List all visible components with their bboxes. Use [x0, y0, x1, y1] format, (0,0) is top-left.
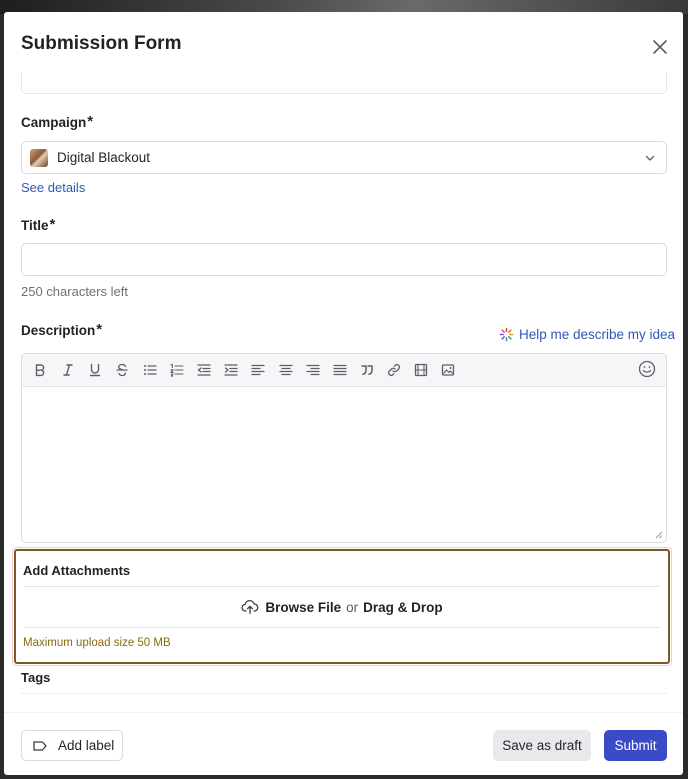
title-input[interactable]	[21, 243, 667, 276]
see-details-link[interactable]: See details	[21, 180, 85, 195]
campaign-label: Campaign*	[21, 113, 94, 132]
submit-button[interactable]: Submit	[604, 730, 667, 761]
strikethrough-button[interactable]	[114, 362, 130, 378]
title-label-text: Title	[21, 218, 49, 233]
description-label: Description*	[21, 321, 103, 340]
previous-field-bottom	[21, 72, 667, 94]
campaign-label-text: Campaign	[21, 115, 87, 130]
help-me-describe-link[interactable]: Help me describe my idea	[499, 327, 675, 342]
bullet-list-icon	[144, 365, 157, 375]
underline-button[interactable]	[87, 362, 103, 378]
bold-button[interactable]	[32, 362, 48, 378]
submission-modal: Submission Form Campaign* Digital Blacko…	[4, 12, 683, 775]
align-left-button[interactable]	[250, 362, 266, 378]
close-button[interactable]	[650, 37, 670, 57]
resize-handle-icon[interactable]	[655, 531, 663, 539]
max-upload-size-hint: Maximum upload size 50 MB	[23, 637, 171, 649]
attachments-title: Add Attachments	[23, 563, 131, 578]
italic-button[interactable]	[60, 362, 76, 378]
required-mark: *	[87, 113, 94, 130]
align-right-icon	[306, 364, 320, 376]
campaign-thumbnail	[30, 148, 48, 167]
add-label-text: Add label	[58, 738, 115, 753]
strikethrough-icon	[116, 363, 128, 377]
video-icon	[414, 363, 428, 377]
outdent-icon	[197, 364, 211, 376]
description-text-area[interactable]	[22, 388, 666, 542]
justify-button[interactable]	[332, 362, 348, 378]
quote-button[interactable]	[359, 362, 375, 378]
attachments-section: Add Attachments Browse File or Drag & Dr…	[14, 549, 670, 664]
numbered-list-icon	[170, 364, 184, 377]
link-icon	[388, 364, 400, 376]
campaign-select[interactable]: Digital Blackout	[21, 141, 667, 174]
required-mark: *	[49, 216, 56, 233]
drag-drop-text: Drag & Drop	[363, 599, 443, 615]
align-left-icon	[251, 364, 265, 376]
bullet-list-button[interactable]	[142, 362, 158, 378]
ai-sparkle-icon	[499, 327, 514, 342]
browse-file-link[interactable]: Browse File	[265, 600, 341, 615]
indent-button[interactable]	[223, 362, 239, 378]
emoji-button[interactable]	[638, 360, 656, 378]
required-mark: *	[96, 321, 103, 338]
description-editor	[21, 353, 667, 543]
campaign-select-value: Digital Blackout	[57, 150, 151, 165]
align-center-icon	[279, 364, 293, 376]
title-characters-left: 250 characters left	[21, 284, 128, 299]
chevron-down-icon	[645, 155, 655, 161]
align-right-button[interactable]	[305, 362, 321, 378]
label-tag-icon	[33, 740, 47, 751]
title-label: Title*	[21, 216, 56, 235]
cloud-upload-icon	[241, 600, 259, 615]
divider	[24, 627, 660, 628]
description-label-text: Description	[21, 323, 96, 338]
save-as-draft-button[interactable]: Save as draft	[493, 730, 591, 761]
justify-icon	[333, 364, 347, 376]
image-icon	[441, 364, 455, 376]
help-link-text: Help me describe my idea	[519, 327, 676, 342]
quote-icon	[361, 365, 373, 375]
close-icon	[653, 40, 667, 54]
file-dropzone[interactable]: Browse File or Drag & Drop	[24, 587, 660, 627]
video-button[interactable]	[413, 362, 429, 378]
tags-field[interactable]	[21, 693, 667, 694]
align-center-button[interactable]	[278, 362, 294, 378]
numbered-list-button[interactable]	[169, 362, 185, 378]
footer-divider	[4, 712, 683, 713]
image-button[interactable]	[440, 362, 456, 378]
emoji-icon	[638, 360, 656, 378]
tags-label: Tags	[21, 670, 51, 685]
underline-icon	[89, 363, 101, 377]
link-button[interactable]	[386, 362, 402, 378]
editor-toolbar	[22, 354, 666, 387]
italic-icon	[63, 364, 73, 376]
add-label-button[interactable]: Add label	[21, 730, 123, 761]
bold-icon	[35, 364, 45, 377]
or-text: or	[346, 599, 359, 615]
modal-title: Submission Form	[21, 33, 182, 54]
outdent-button[interactable]	[196, 362, 212, 378]
indent-icon	[224, 364, 238, 376]
